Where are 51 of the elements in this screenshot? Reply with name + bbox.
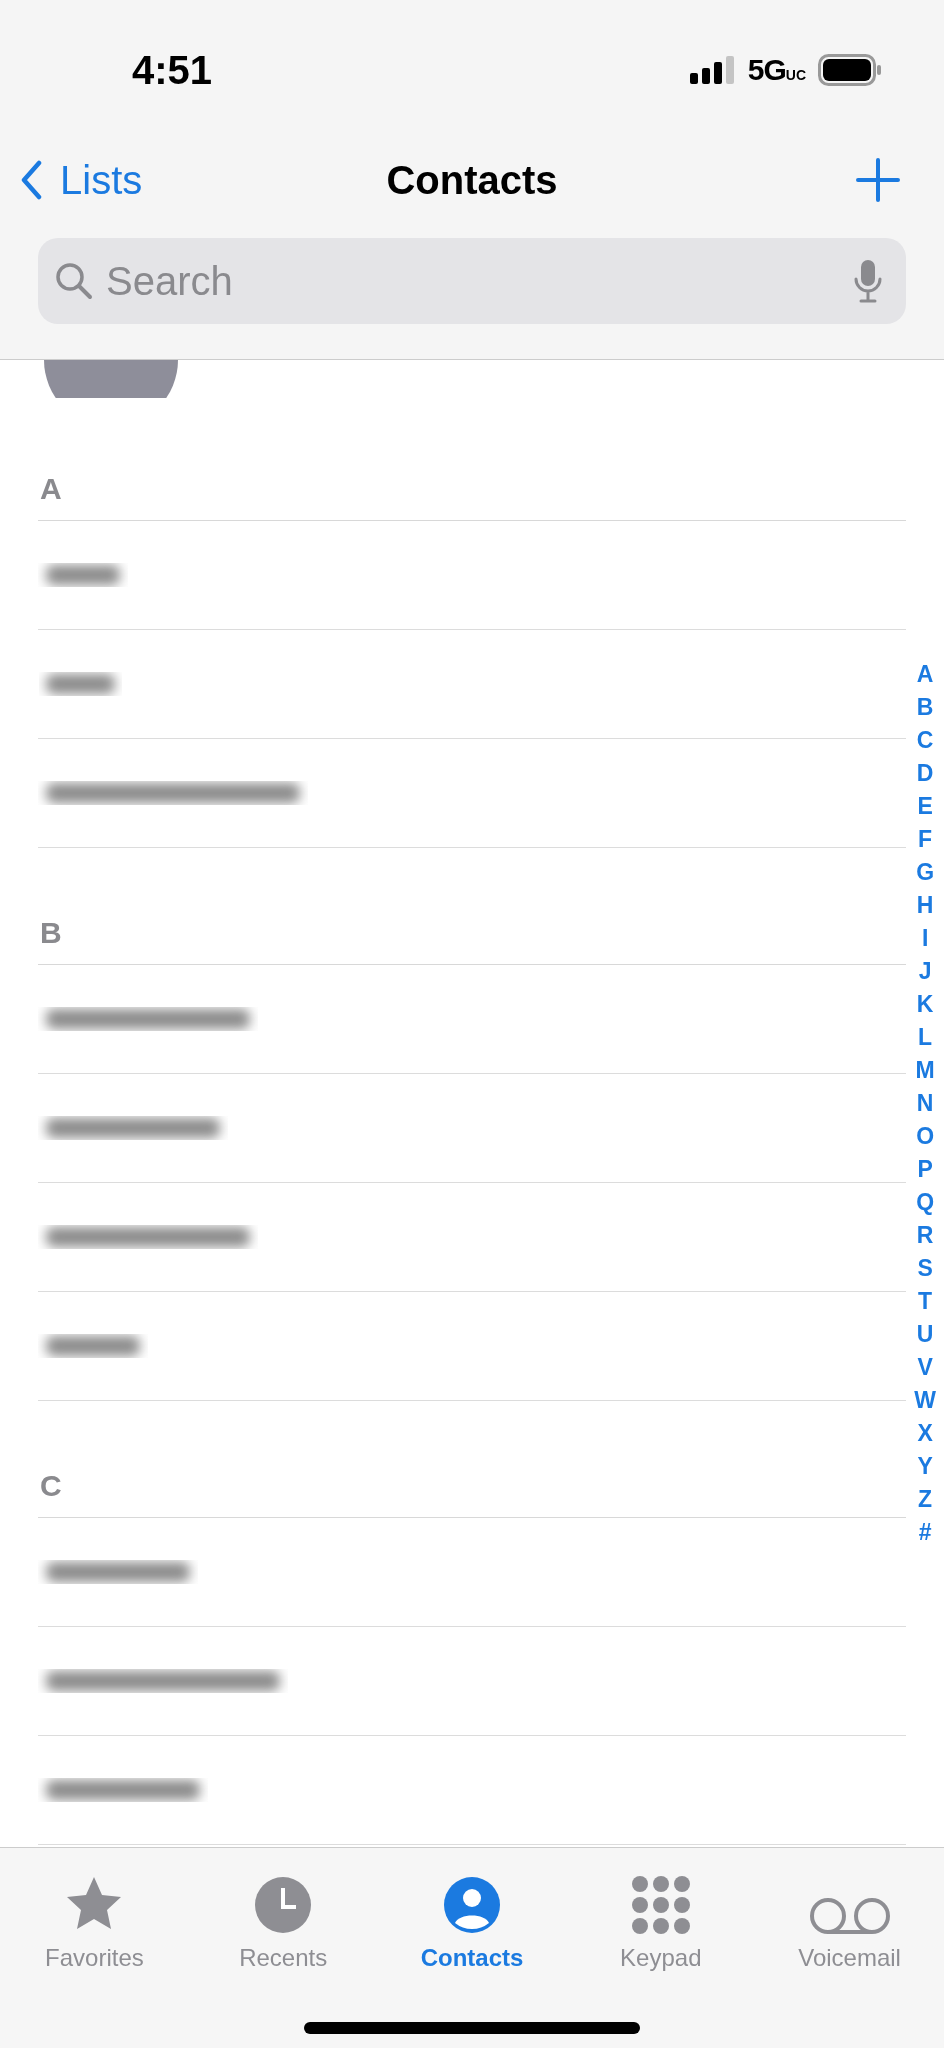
keypad-icon [629,1874,692,1936]
index-letter[interactable]: T [918,1285,933,1318]
index-letter[interactable]: Z [918,1483,933,1516]
index-letter[interactable]: C [916,724,934,757]
index-letter[interactable]: J [918,955,932,988]
page-title: Contacts [385,157,559,203]
status-time: 4:51 [132,47,213,93]
tab-item[interactable]: Recents [193,1862,374,1972]
index-letter[interactable]: Y [917,1450,933,1483]
section-header: B [38,890,906,965]
index-letter[interactable]: R [916,1219,934,1252]
search-icon [54,261,94,301]
tab-item[interactable]: Contacts [382,1862,562,1972]
index-letter[interactable]: B [916,691,934,724]
microphone-icon[interactable] [854,259,882,303]
index-letter[interactable]: W [914,1384,936,1417]
voicemail-icon [807,1896,892,1936]
back-button[interactable]: Lists [20,157,143,203]
index-letter[interactable]: Q [916,1186,935,1219]
index-letter[interactable]: A [916,658,934,691]
index-letter[interactable]: M [915,1054,935,1087]
section-header: C [38,1443,906,1518]
index-letter[interactable]: S [917,1252,933,1285]
signal-icon [689,56,736,84]
index-letter[interactable]: G [916,856,935,889]
index-letter[interactable]: # [918,1516,932,1549]
search-field[interactable]: Search [104,257,844,305]
network-label: 5GUC [747,53,806,87]
index-letter[interactable]: F [918,823,933,856]
index-letter[interactable]: L [918,1021,933,1054]
index-letter[interactable]: I [921,922,929,955]
person-icon [441,1874,503,1936]
chevron-icon [20,160,42,200]
index-letter[interactable]: V [917,1351,933,1384]
index-letter[interactable]: U [916,1318,934,1351]
index-letter[interactable]: H [916,889,934,922]
add-icon[interactable] [856,158,900,202]
search-bar[interactable]: Search [38,238,906,324]
section-header: A [38,446,906,521]
index-letter[interactable]: P [917,1153,933,1186]
tab-item[interactable]: Voicemail [759,1862,940,1972]
index-letter[interactable]: E [917,790,933,823]
index-letter[interactable]: X [917,1417,933,1450]
index-letter[interactable]: N [916,1087,934,1120]
index-letter[interactable]: K [916,988,934,1021]
tab-item[interactable]: Keypad [570,1862,751,1972]
tab-item[interactable]: Favorites [4,1862,185,1972]
index-letter[interactable]: O [916,1120,935,1153]
avatar-icon [44,360,178,398]
index-letter[interactable]: D [916,757,934,790]
battery-icon [818,54,882,86]
